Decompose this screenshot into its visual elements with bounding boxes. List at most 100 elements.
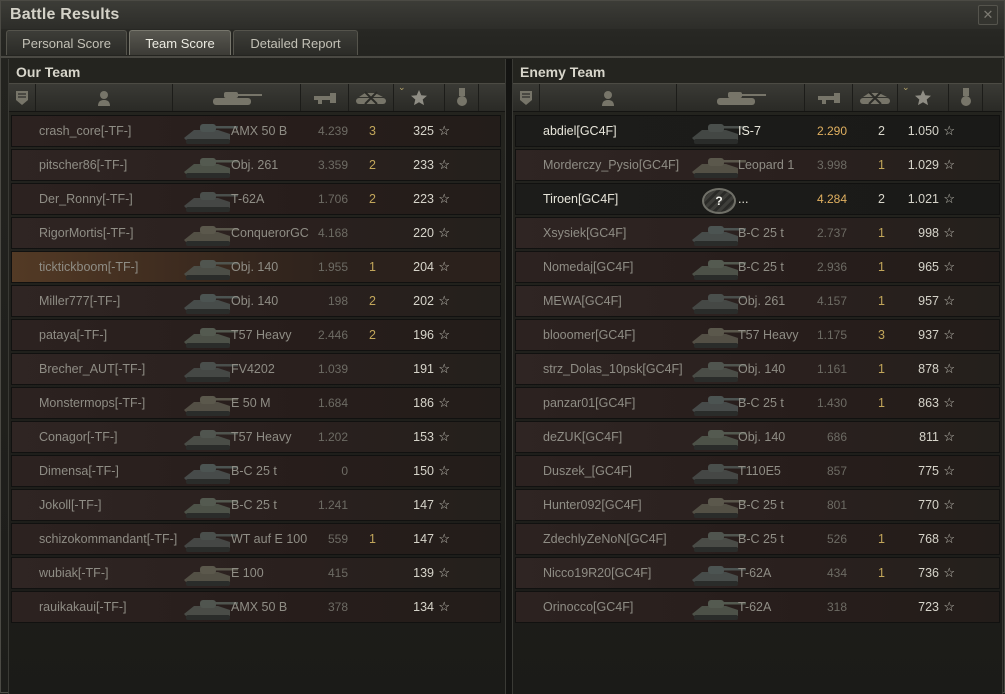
- experience-star-icon: ☆: [438, 531, 450, 546]
- player-row[interactable]: Jokoll[-TF-] B-C 25 t 1.241 147 ☆: [11, 489, 501, 521]
- player-row[interactable]: Miller777[-TF-] Obj. 140 198 2 202 ☆: [11, 285, 501, 317]
- platoon-icon: [519, 90, 533, 106]
- column-player-header[interactable]: [540, 84, 677, 111]
- column-tank-header[interactable]: [173, 84, 301, 111]
- column-experience-star-header[interactable]: ⌄: [898, 82, 949, 111]
- column-platoon-header[interactable]: [513, 84, 540, 111]
- player-name[interactable]: Xsysiek[GC4F]: [543, 218, 626, 248]
- player-name[interactable]: deZUK[GC4F]: [543, 422, 622, 452]
- player-name[interactable]: rauikakaui[-TF-]: [39, 592, 127, 622]
- tab-personal-score[interactable]: Personal Score: [6, 30, 127, 55]
- player-row[interactable]: Dimensa[-TF-] B-C 25 t 0 150 ☆: [11, 455, 501, 487]
- player-name[interactable]: ZdechlyZeNoN[GC4F]: [543, 524, 667, 554]
- player-name[interactable]: Monstermops[-TF-]: [39, 388, 145, 418]
- our-team-title: Our Team: [16, 64, 81, 80]
- player-name[interactable]: schizokommandant[-TF-]: [39, 524, 177, 554]
- player-row[interactable]: Der_Ronny[-TF-] T-62A 1.706 2 223 ☆: [11, 183, 501, 215]
- player-row[interactable]: Hunter092[GC4F] B-C 25 t 801 770 ☆: [515, 489, 1000, 521]
- player-row[interactable]: RigorMortis[-TF-] ConquerorGC 4.168 220 ☆: [11, 217, 501, 249]
- player-name[interactable]: strz_Dolas_10psk[GC4F]: [543, 354, 683, 384]
- player-row[interactable]: strz_Dolas_10psk[GC4F] Obj. 140 1.161 1 878 ☆: [515, 353, 1000, 385]
- player-name[interactable]: Morderczy_Pysio[GC4F]: [543, 150, 679, 180]
- damage-value: 1.706: [317, 192, 348, 206]
- player-name[interactable]: panzar01[GC4F]: [543, 388, 635, 418]
- player-row[interactable]: Morderczy_Pysio[GC4F] Leopard 1 3.998 1 1.02…: [515, 149, 1000, 181]
- column-kills-header[interactable]: [853, 84, 898, 111]
- column-kills-header[interactable]: [349, 84, 394, 111]
- player-row[interactable]: Duszek_[GC4F] T110E5 857 775 ☆: [515, 455, 1000, 487]
- xp-value: 937: [918, 328, 939, 342]
- player-name[interactable]: Orinocco[GC4F]: [543, 592, 633, 622]
- player-name[interactable]: abdiel[GC4F]: [543, 116, 617, 146]
- player-name[interactable]: Nomedaj[GC4F]: [543, 252, 633, 282]
- player-row[interactable]: Brecher_AUT[-TF-] FV4202 1.039 191 ☆: [11, 353, 501, 385]
- player-row[interactable]: panzar01[GC4F] B-C 25 t 1.430 1 863 ☆: [515, 387, 1000, 419]
- player-row[interactable]: ZdechlyZeNoN[GC4F] B-C 25 t 526 1 768 ☆: [515, 523, 1000, 555]
- player-row[interactable]: blooomer[GC4F] T57 Heavy 1.175 3 937 ☆: [515, 319, 1000, 351]
- player-name[interactable]: Hunter092[GC4F]: [543, 490, 642, 520]
- player-name[interactable]: blooomer[GC4F]: [543, 320, 635, 350]
- experience-star-icon: ☆: [438, 565, 450, 580]
- player-name[interactable]: Conagor[-TF-]: [39, 422, 118, 452]
- damage-value: 2.737: [816, 226, 847, 240]
- kills-value: 2: [878, 192, 885, 206]
- column-experience-star-header[interactable]: ⌄: [394, 82, 445, 111]
- player-name[interactable]: crash_core[-TF-]: [39, 116, 131, 146]
- player-name[interactable]: Brecher_AUT[-TF-]: [39, 354, 145, 384]
- column-damage-header[interactable]: [301, 84, 349, 111]
- experience-star-icon: ☆: [438, 599, 450, 614]
- vehicle-name: AMX 50 B: [231, 124, 288, 138]
- player-name[interactable]: ticktickboom[-TF-]: [39, 252, 138, 282]
- kills-value: 1: [369, 260, 376, 274]
- experience-star-icon: ☆: [943, 259, 955, 274]
- player-row[interactable]: pataya[-TF-] T57 Heavy 2.446 2 196 ☆: [11, 319, 501, 351]
- player-row[interactable]: Tiroen[GC4F]?... 4.284 2 1.021 ☆: [515, 183, 1000, 215]
- column-platoon-header[interactable]: [9, 84, 36, 111]
- column-player-header[interactable]: [36, 84, 173, 111]
- experience-star-icon: ☆: [438, 327, 450, 342]
- player-row[interactable]: Nomedaj[GC4F] B-C 25 t 2.936 1 965 ☆: [515, 251, 1000, 283]
- player-row[interactable]: pitscher86[-TF-] Obj. 261 3.359 2 233 ☆: [11, 149, 501, 181]
- player-name[interactable]: RigorMortis[-TF-]: [39, 218, 133, 248]
- column-medal-header[interactable]: [949, 84, 983, 111]
- player-row[interactable]: ticktickboom[-TF-] Obj. 140 1.955 1 204 ☆: [11, 251, 501, 283]
- player-row[interactable]: schizokommandant[-TF-] WT auf E 100 559 1 14…: [11, 523, 501, 555]
- tab-detailed-report[interactable]: Detailed Report: [233, 30, 358, 55]
- player-row[interactable]: deZUK[GC4F] Obj. 140 686 811 ☆: [515, 421, 1000, 453]
- xp-value: 223: [413, 192, 434, 206]
- player-name[interactable]: Dimensa[-TF-]: [39, 456, 119, 486]
- experience-star-icon: ☆: [438, 157, 450, 172]
- experience-star-icon: ☆: [943, 123, 955, 138]
- tab-team-score[interactable]: Team Score: [129, 30, 231, 55]
- player-row[interactable]: Nicco19R20[GC4F] T-62A 434 1 736 ☆: [515, 557, 1000, 589]
- player-row[interactable]: Xsysiek[GC4F] B-C 25 t 2.737 1 998 ☆: [515, 217, 1000, 249]
- player-row[interactable]: Conagor[-TF-] T57 Heavy 1.202 153 ☆: [11, 421, 501, 453]
- player-row[interactable]: crash_core[-TF-] AMX 50 B 4.239 3 325 ☆: [11, 115, 501, 147]
- damage-value: 4.239: [317, 124, 348, 138]
- player-row[interactable]: abdiel[GC4F] IS-7 2.290 2 1.050 ☆: [515, 115, 1000, 147]
- player-row[interactable]: wubiak[-TF-] E 100 415 139 ☆: [11, 557, 501, 589]
- close-icon[interactable]: ✕: [978, 5, 998, 25]
- vehicle-name: E 50 M: [231, 396, 271, 410]
- tank-icon: [714, 90, 768, 106]
- xp-value: 204: [413, 260, 434, 274]
- player-name[interactable]: Nicco19R20[GC4F]: [543, 558, 651, 588]
- column-damage-header[interactable]: [805, 84, 853, 111]
- player-name[interactable]: pataya[-TF-]: [39, 320, 107, 350]
- player-row[interactable]: MEWA[GC4F] Obj. 261 4.157 1 957 ☆: [515, 285, 1000, 317]
- column-tank-header[interactable]: [677, 84, 805, 111]
- player-name[interactable]: Tiroen[GC4F]: [543, 184, 618, 214]
- vehicle-name: WT auf E 100: [231, 532, 308, 546]
- player-name[interactable]: wubiak[-TF-]: [39, 558, 108, 588]
- player-name[interactable]: MEWA[GC4F]: [543, 286, 622, 316]
- player-row[interactable]: rauikakaui[-TF-] AMX 50 B 378 134 ☆: [11, 591, 501, 623]
- player-row[interactable]: Orinocco[GC4F] T-62A 318 723 ☆: [515, 591, 1000, 623]
- player-name[interactable]: Der_Ronny[-TF-]: [39, 184, 133, 214]
- player-name[interactable]: Jokoll[-TF-]: [39, 490, 102, 520]
- player-row[interactable]: Monstermops[-TF-] E 50 M 1.684 186 ☆: [11, 387, 501, 419]
- player-name[interactable]: Miller777[-TF-]: [39, 286, 120, 316]
- column-medal-header[interactable]: [445, 84, 479, 111]
- player-name[interactable]: Duszek_[GC4F]: [543, 456, 632, 486]
- sort-arrow-icon: ⌄: [902, 82, 910, 92]
- player-name[interactable]: pitscher86[-TF-]: [39, 150, 127, 180]
